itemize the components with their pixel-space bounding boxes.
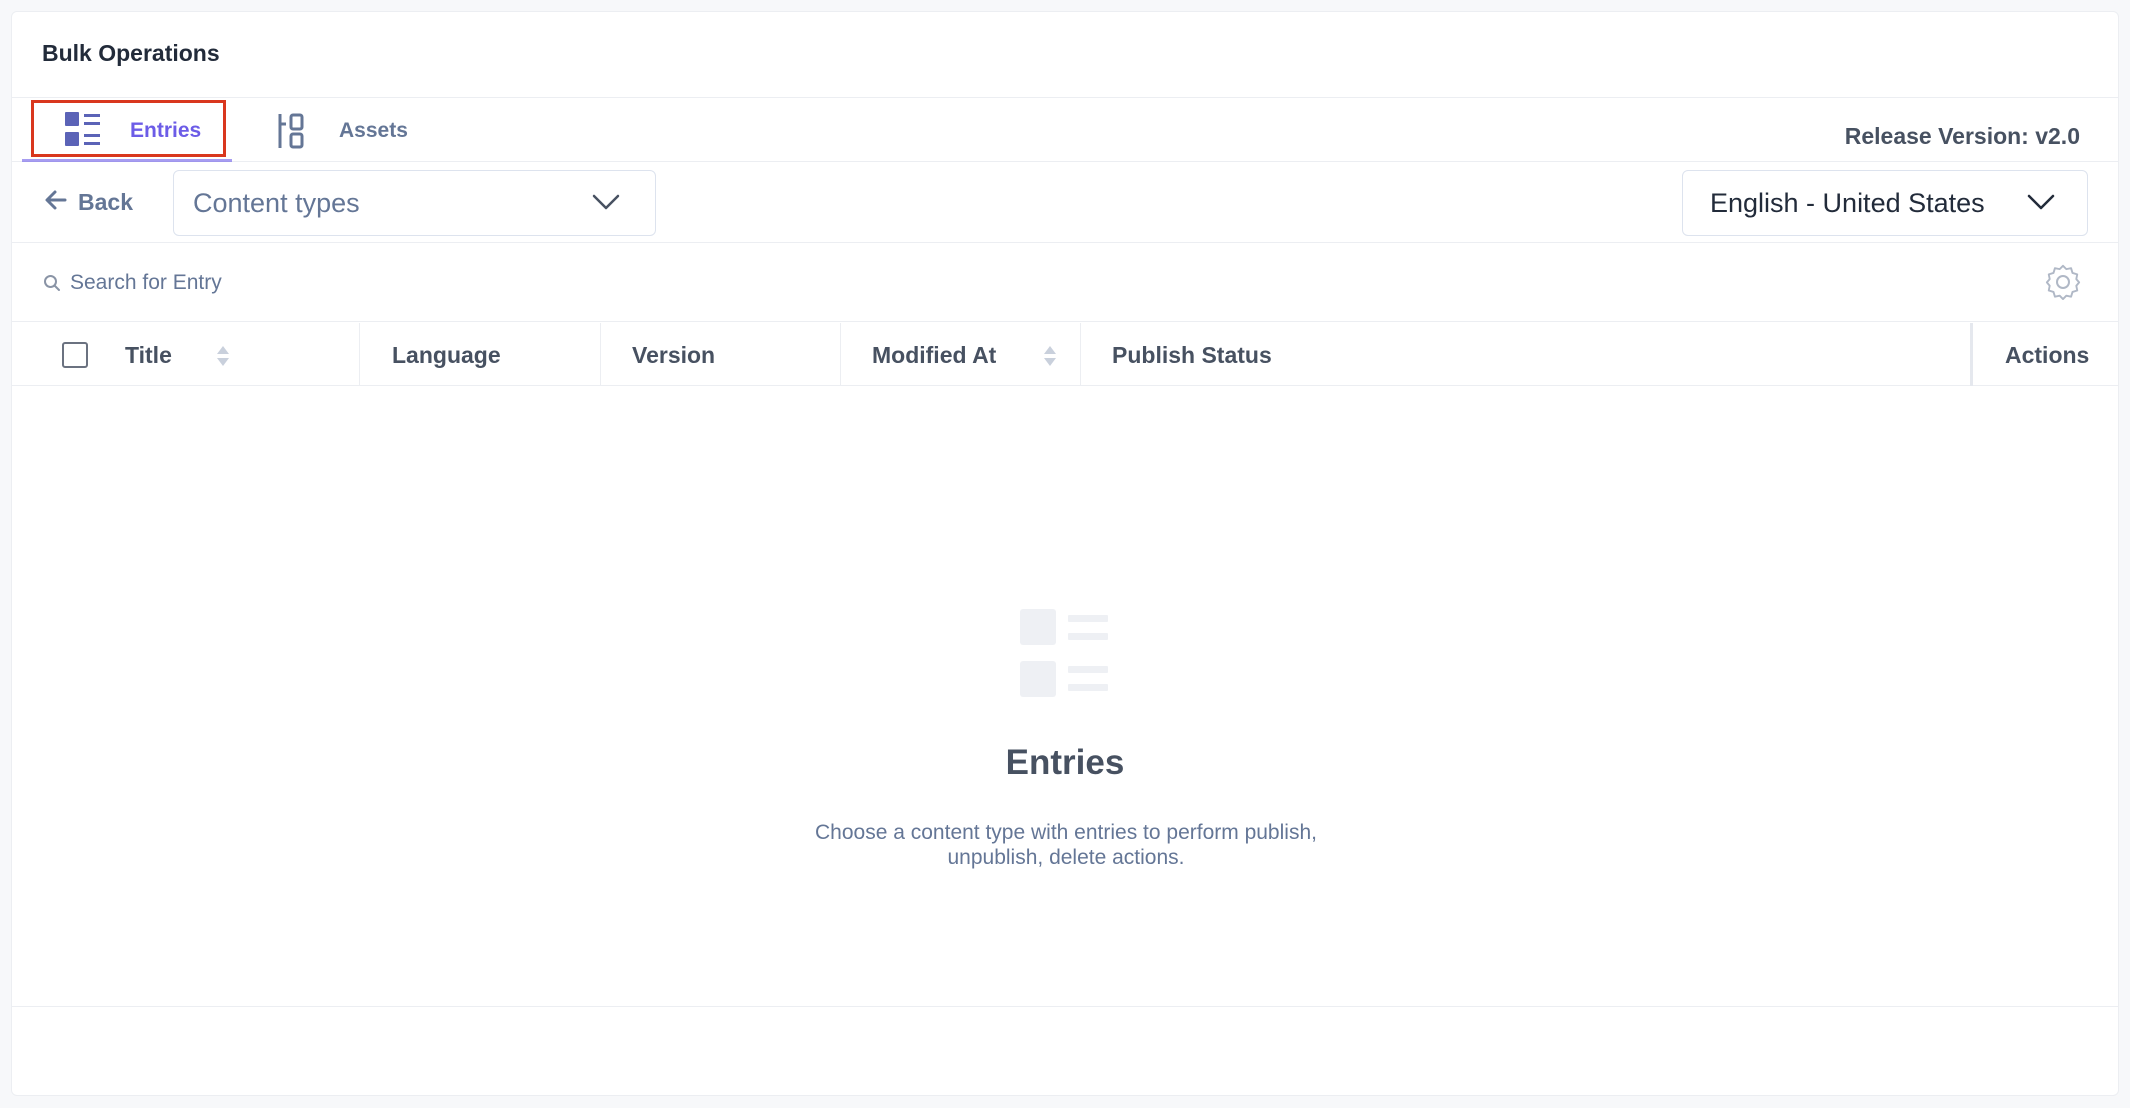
chevron-down-icon bbox=[592, 193, 620, 216]
column-actions: Actions bbox=[1970, 323, 2120, 386]
filter-toolbar: Back Content types English - United Stat… bbox=[12, 163, 2118, 243]
entries-empty-icon bbox=[1020, 609, 1112, 706]
column-version-label: Version bbox=[632, 342, 716, 368]
content-type-value: Content types bbox=[193, 188, 360, 218]
tab-entries[interactable]: Entries bbox=[22, 99, 232, 162]
search-bar bbox=[12, 244, 2118, 322]
column-language-label: Language bbox=[392, 342, 501, 368]
column-title-label: Title bbox=[125, 342, 172, 368]
table-body: Entries Choose a content type with entri… bbox=[12, 387, 2118, 1007]
release-version: Release Version: v2.0 bbox=[1844, 123, 2080, 149]
empty-state-description: Choose a content type with entries to pe… bbox=[815, 821, 1317, 869]
back-button[interactable]: Back bbox=[44, 185, 133, 219]
sort-icon[interactable] bbox=[216, 345, 230, 372]
search-input[interactable] bbox=[70, 266, 970, 300]
arrow-left-icon bbox=[44, 188, 68, 217]
assets-icon bbox=[277, 112, 307, 155]
tab-assets[interactable]: Assets bbox=[266, 99, 426, 162]
tab-entries-label: Entries bbox=[130, 119, 202, 142]
locale-value: English - United States bbox=[1710, 188, 1985, 218]
bulk-operations-panel: Bulk Operations Entries Assets Release V… bbox=[11, 11, 2119, 1096]
table-header: Title Language Version Modified At Publi… bbox=[12, 323, 2118, 386]
content-type-select[interactable]: Content types bbox=[173, 170, 656, 236]
empty-state-title: Entries bbox=[1005, 743, 1125, 782]
column-title: Title bbox=[12, 323, 360, 386]
locale-select[interactable]: English - United States bbox=[1682, 170, 2088, 236]
page-title: Bulk Operations bbox=[42, 40, 220, 66]
gear-icon[interactable] bbox=[2044, 263, 2082, 306]
list-icon bbox=[65, 112, 101, 153]
column-modified-at: Modified At bbox=[841, 323, 1081, 386]
column-actions-label: Actions bbox=[2005, 342, 2090, 368]
back-label: Back bbox=[78, 188, 133, 215]
tabs-bar: Entries Assets Release Version: v2.0 bbox=[12, 99, 2118, 162]
page-header: Bulk Operations bbox=[12, 12, 2118, 98]
tab-assets-label: Assets bbox=[339, 119, 408, 142]
sort-icon[interactable] bbox=[1043, 345, 1057, 372]
column-publish-status-label: Publish Status bbox=[1112, 342, 1272, 368]
active-tab-indicator bbox=[22, 159, 232, 162]
select-all-checkbox[interactable] bbox=[62, 342, 88, 368]
chevron-down-icon bbox=[2027, 193, 2055, 216]
column-version: Version bbox=[601, 323, 841, 386]
column-language: Language bbox=[361, 323, 601, 386]
search-icon bbox=[43, 274, 61, 297]
column-publish-status: Publish Status bbox=[1081, 323, 1981, 386]
column-modified-at-label: Modified At bbox=[872, 342, 997, 368]
